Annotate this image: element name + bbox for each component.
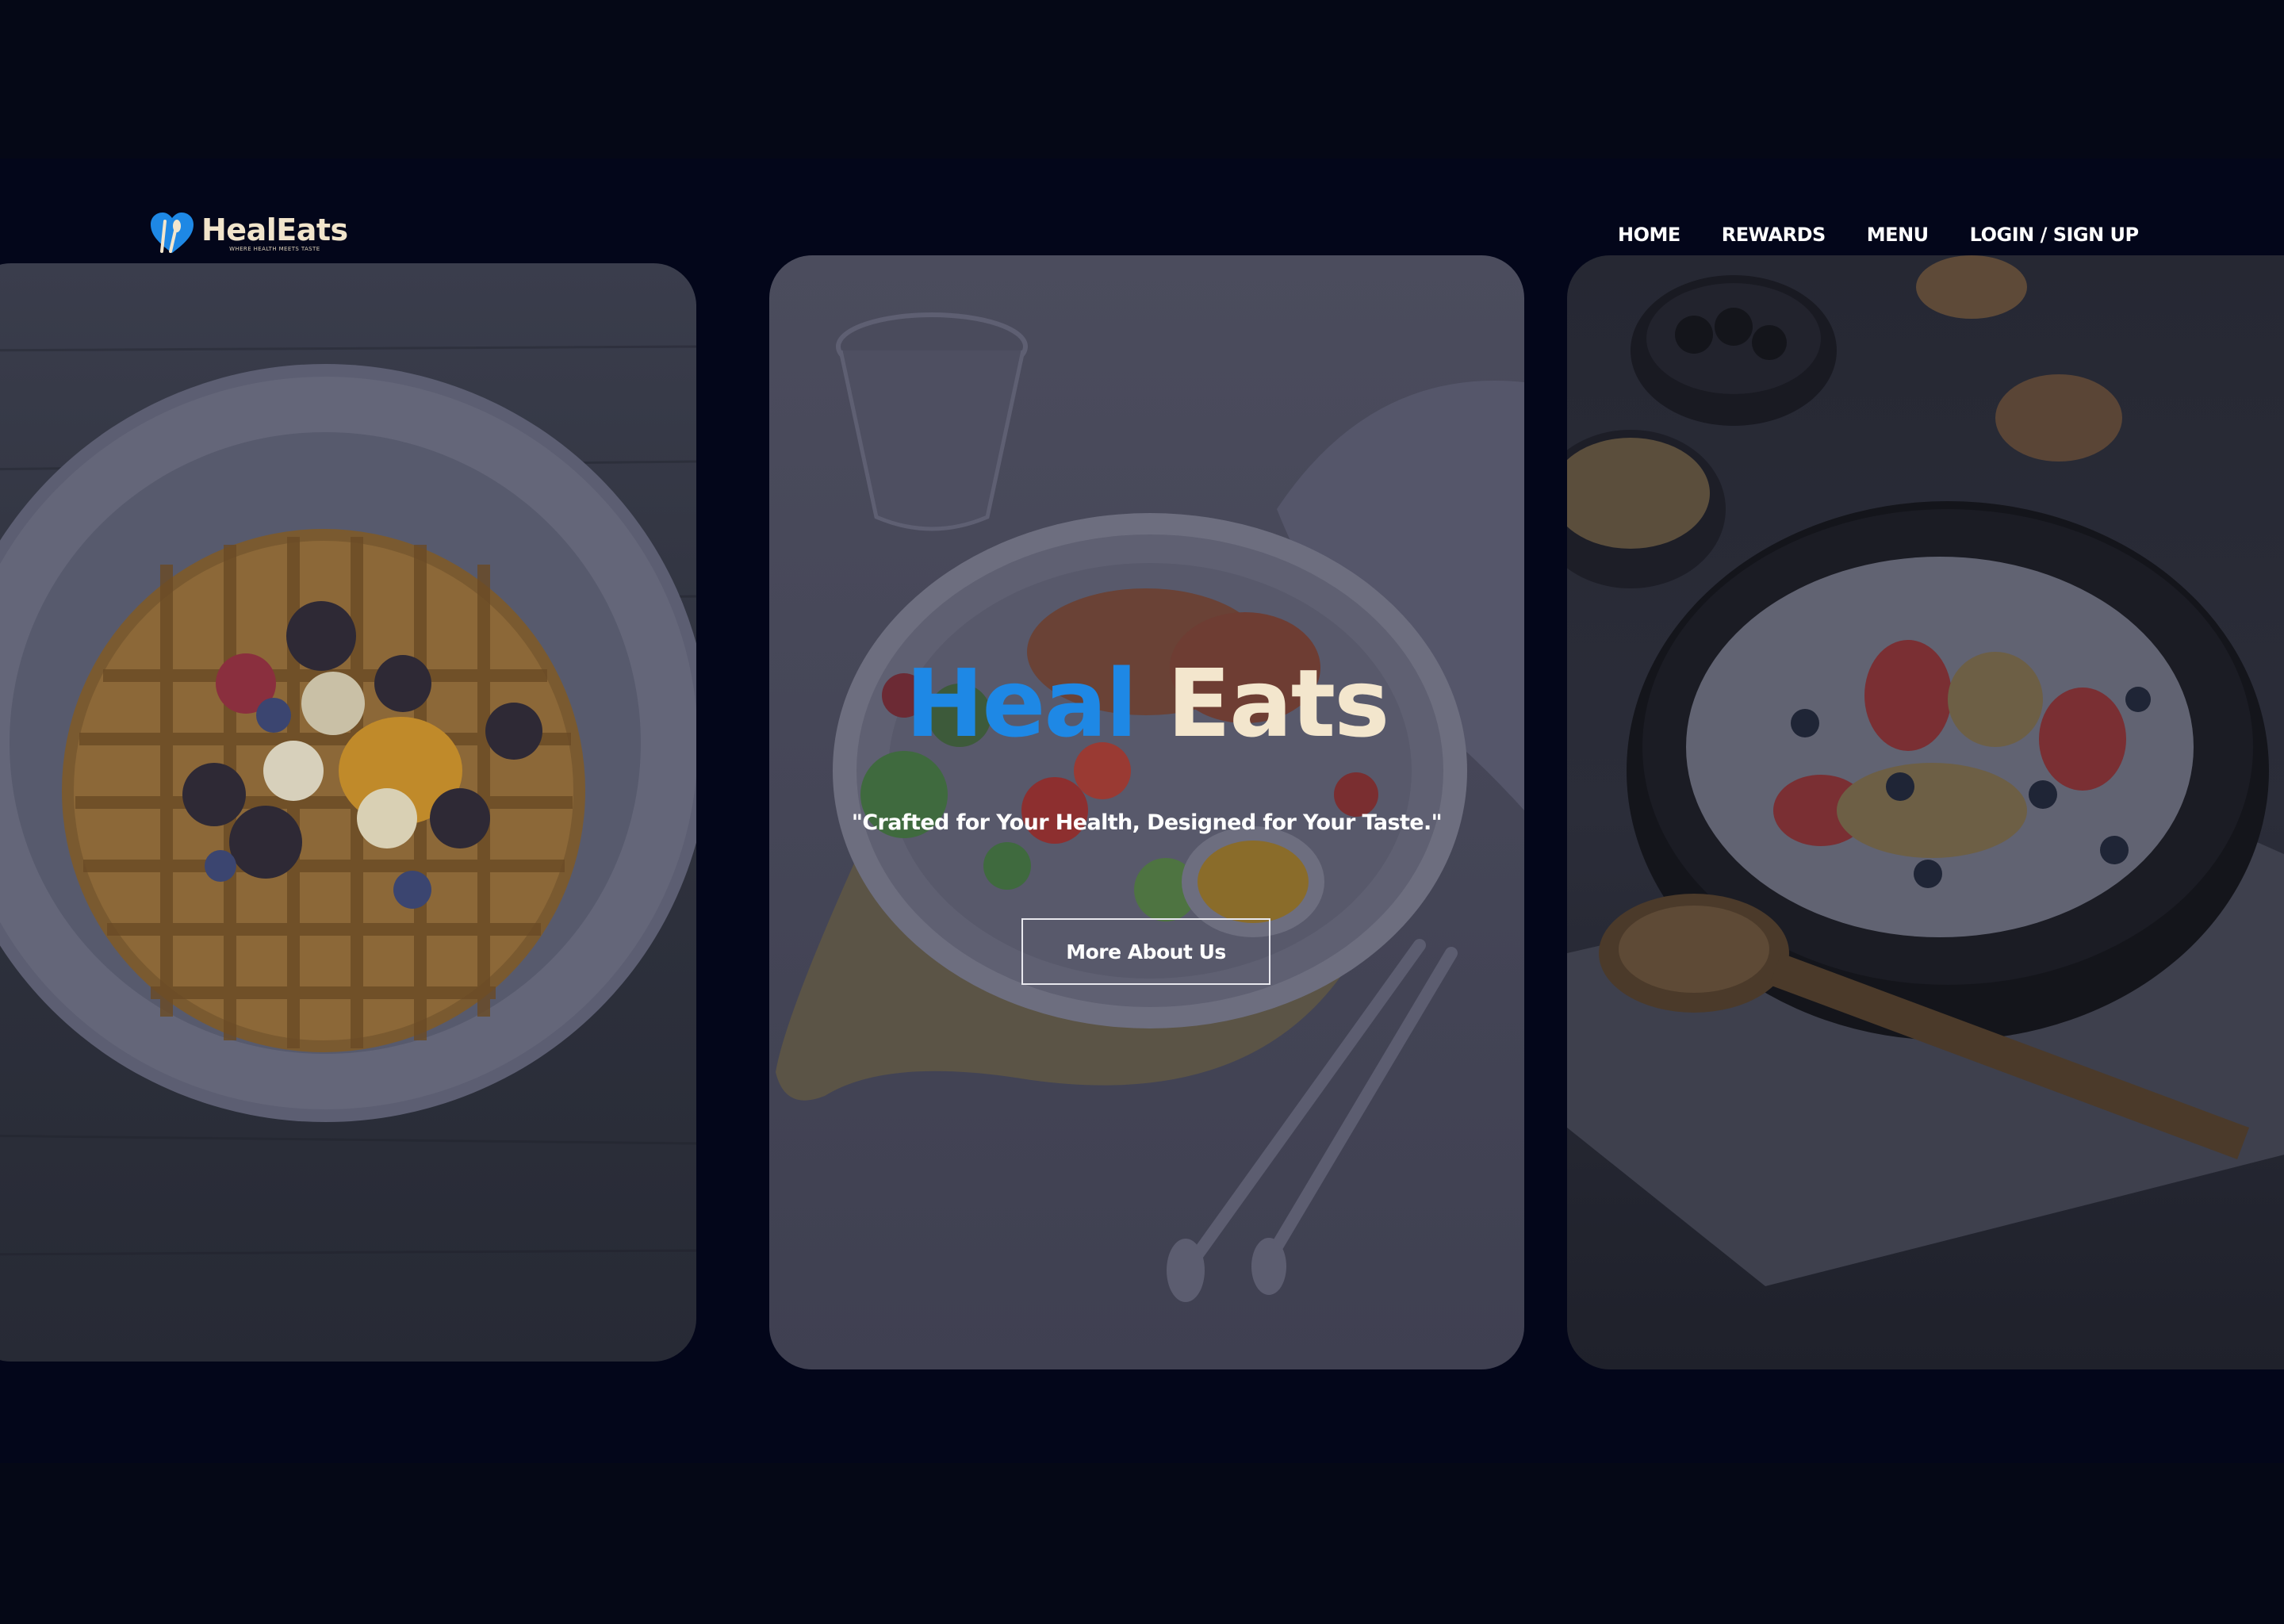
hero-subtitle: "Crafted for Your Health, Designed for Y… bbox=[851, 810, 1443, 835]
hero-card: Heal Eats "Crafted for Your Health, Desi… bbox=[769, 255, 1524, 1369]
nav-rewards[interactable]: REWARDS bbox=[1722, 224, 1826, 246]
hero-title-heal: Heal bbox=[905, 649, 1138, 758]
nav-menu[interactable]: MENU bbox=[1867, 224, 1929, 246]
logo-name: HealEats bbox=[201, 212, 348, 247]
hero-title-eats: Eats bbox=[1167, 649, 1390, 758]
heart-utensils-icon bbox=[149, 210, 195, 256]
logo-text: HealEats WHERE HEALTH MEETS TASTE bbox=[201, 214, 348, 253]
yogurt-bowl-illustration bbox=[1567, 255, 2284, 1286]
nav-home[interactable]: HOME bbox=[1618, 224, 1680, 246]
main-nav: HOME REWARDS MENU LOGIN / SIGN UP bbox=[1618, 224, 2139, 246]
waffle-illustration bbox=[0, 345, 696, 1256]
page: Heal Eats "Crafted for Your Health, Desi… bbox=[0, 0, 2284, 1624]
more-about-us-button[interactable]: More About Us bbox=[1021, 918, 1270, 985]
hero-title: Heal Eats bbox=[769, 652, 1524, 755]
food-card-yogurt-bowl bbox=[1567, 255, 2284, 1369]
nav-login-signup[interactable]: LOGIN / SIGN UP bbox=[1970, 224, 2139, 246]
logo-tagline: WHERE HEALTH MEETS TASTE bbox=[229, 245, 320, 252]
hero-content: Heal Eats "Crafted for Your Health, Desi… bbox=[769, 255, 1524, 1369]
food-card-waffle bbox=[0, 263, 696, 1362]
brand-logo[interactable]: HealEats WHERE HEALTH MEETS TASTE bbox=[149, 208, 348, 259]
